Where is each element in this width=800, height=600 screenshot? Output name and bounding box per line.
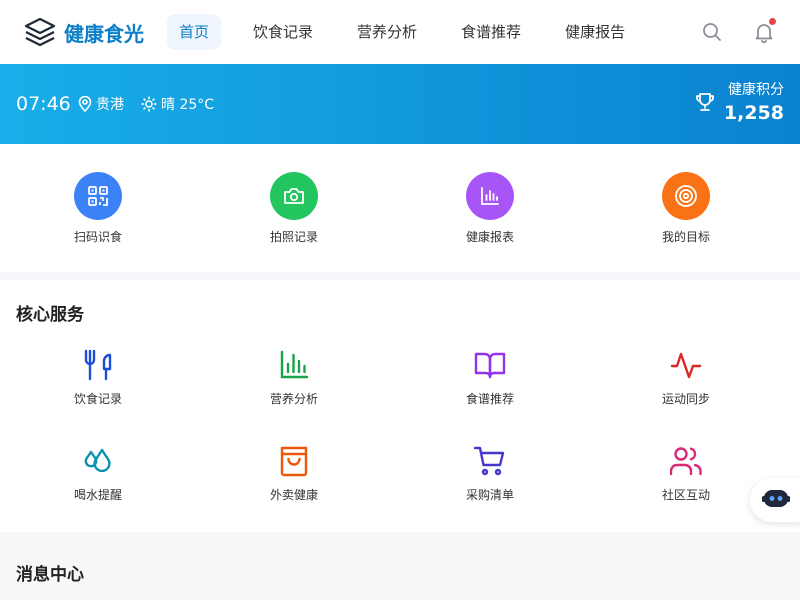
- nav-home[interactable]: 首页: [167, 14, 222, 50]
- service-diet-record[interactable]: 饮食记录: [0, 348, 196, 444]
- target-icon: [662, 172, 710, 220]
- camera-icon: [270, 172, 318, 220]
- quick-scan-food[interactable]: 扫码识食: [0, 144, 196, 272]
- app-logo[interactable]: 健康食光: [22, 14, 160, 50]
- droplets-icon: [81, 444, 115, 478]
- quick-actions: 扫码识食 拍照记录 健康报表 我的目标: [0, 144, 800, 272]
- bar-chart-icon: [466, 172, 514, 220]
- quick-label: 我的目标: [661, 230, 710, 244]
- bar-chart-icon: [277, 348, 311, 382]
- weather: 晴 25°C: [141, 64, 214, 144]
- main-nav: 首页 饮食记录 营养分析 食谱推荐 健康报告: [167, 14, 657, 50]
- top-header: 健康食光 首页 饮食记录 营养分析 食谱推荐 健康报告: [0, 0, 800, 64]
- trophy-icon: [695, 92, 714, 111]
- quick-health-report[interactable]: 健康报表: [392, 144, 588, 272]
- services-grid: 饮食记录 营养分析 食谱推荐 运动同步 喝水提醒 外卖健康 采购清单 社区互动: [0, 348, 784, 540]
- shopping-bag-icon: [277, 444, 311, 478]
- app-name: 健康食光: [64, 21, 144, 46]
- qr-code-icon: [74, 172, 122, 220]
- section-title: 核心服务: [16, 305, 84, 325]
- location[interactable]: 贵港: [78, 64, 124, 144]
- location-text: 贵港: [96, 97, 124, 113]
- shopping-cart-icon: [473, 444, 507, 478]
- weather-text: 晴 25°C: [161, 97, 215, 113]
- service-recipe-recommend[interactable]: 食谱推荐: [392, 348, 588, 444]
- quick-label: 健康报表: [465, 230, 514, 244]
- core-services: 核心服务 饮食记录 营养分析 食谱推荐 运动同步 喝水提醒 外卖健康 采购清单 …: [0, 280, 800, 532]
- service-label: 营养分析: [269, 392, 318, 406]
- layers-icon: [22, 14, 58, 50]
- service-healthy-takeout[interactable]: 外卖健康: [196, 444, 392, 540]
- nav-recipe-recommend[interactable]: 食谱推荐: [449, 14, 533, 50]
- service-label: 饮食记录: [73, 392, 122, 406]
- bell-icon[interactable]: [752, 18, 776, 44]
- service-label: 运动同步: [661, 392, 710, 406]
- search-icon[interactable]: [700, 20, 724, 44]
- unread-dot: [769, 18, 776, 25]
- header-actions: [672, 0, 776, 64]
- service-label: 食谱推荐: [465, 392, 514, 406]
- map-pin-icon: [78, 96, 92, 112]
- quick-my-goals[interactable]: 我的目标: [588, 144, 784, 272]
- service-nutrition-analysis[interactable]: 营养分析: [196, 348, 392, 444]
- quick-photo-record[interactable]: 拍照记录: [196, 144, 392, 272]
- service-label: 外卖健康: [269, 488, 318, 502]
- sun-icon: [141, 96, 157, 112]
- points-label: 健康积分: [728, 82, 784, 98]
- quick-label: 拍照记录: [269, 230, 318, 244]
- book-icon: [473, 348, 507, 382]
- health-points[interactable]: 健康积分 1,258: [694, 79, 784, 124]
- points-value: 1,258: [723, 102, 784, 124]
- robot-icon: [762, 487, 790, 513]
- nav-diet-record[interactable]: 饮食记录: [241, 14, 325, 50]
- service-exercise-sync[interactable]: 运动同步: [588, 348, 784, 444]
- activity-icon: [669, 348, 703, 382]
- section-title: 消息中心: [16, 565, 84, 585]
- assistant-bot-button[interactable]: [750, 478, 800, 522]
- service-label: 社区互动: [661, 488, 710, 502]
- current-time: 07:46: [16, 93, 71, 115]
- nav-health-report[interactable]: 健康报告: [553, 14, 637, 50]
- utensils-icon: [81, 348, 115, 382]
- service-label: 喝水提醒: [73, 488, 122, 502]
- message-center: 消息中心: [0, 532, 800, 600]
- service-shopping-list[interactable]: 采购清单: [392, 444, 588, 540]
- quick-label: 扫码识食: [73, 230, 122, 244]
- nav-nutrition-analysis[interactable]: 营养分析: [345, 14, 429, 50]
- status-banner: 07:46 贵港 晴 25°C 健康积分 1,258: [0, 64, 800, 144]
- service-label: 采购清单: [465, 488, 514, 502]
- users-icon: [669, 444, 703, 478]
- service-water-reminder[interactable]: 喝水提醒: [0, 444, 196, 540]
